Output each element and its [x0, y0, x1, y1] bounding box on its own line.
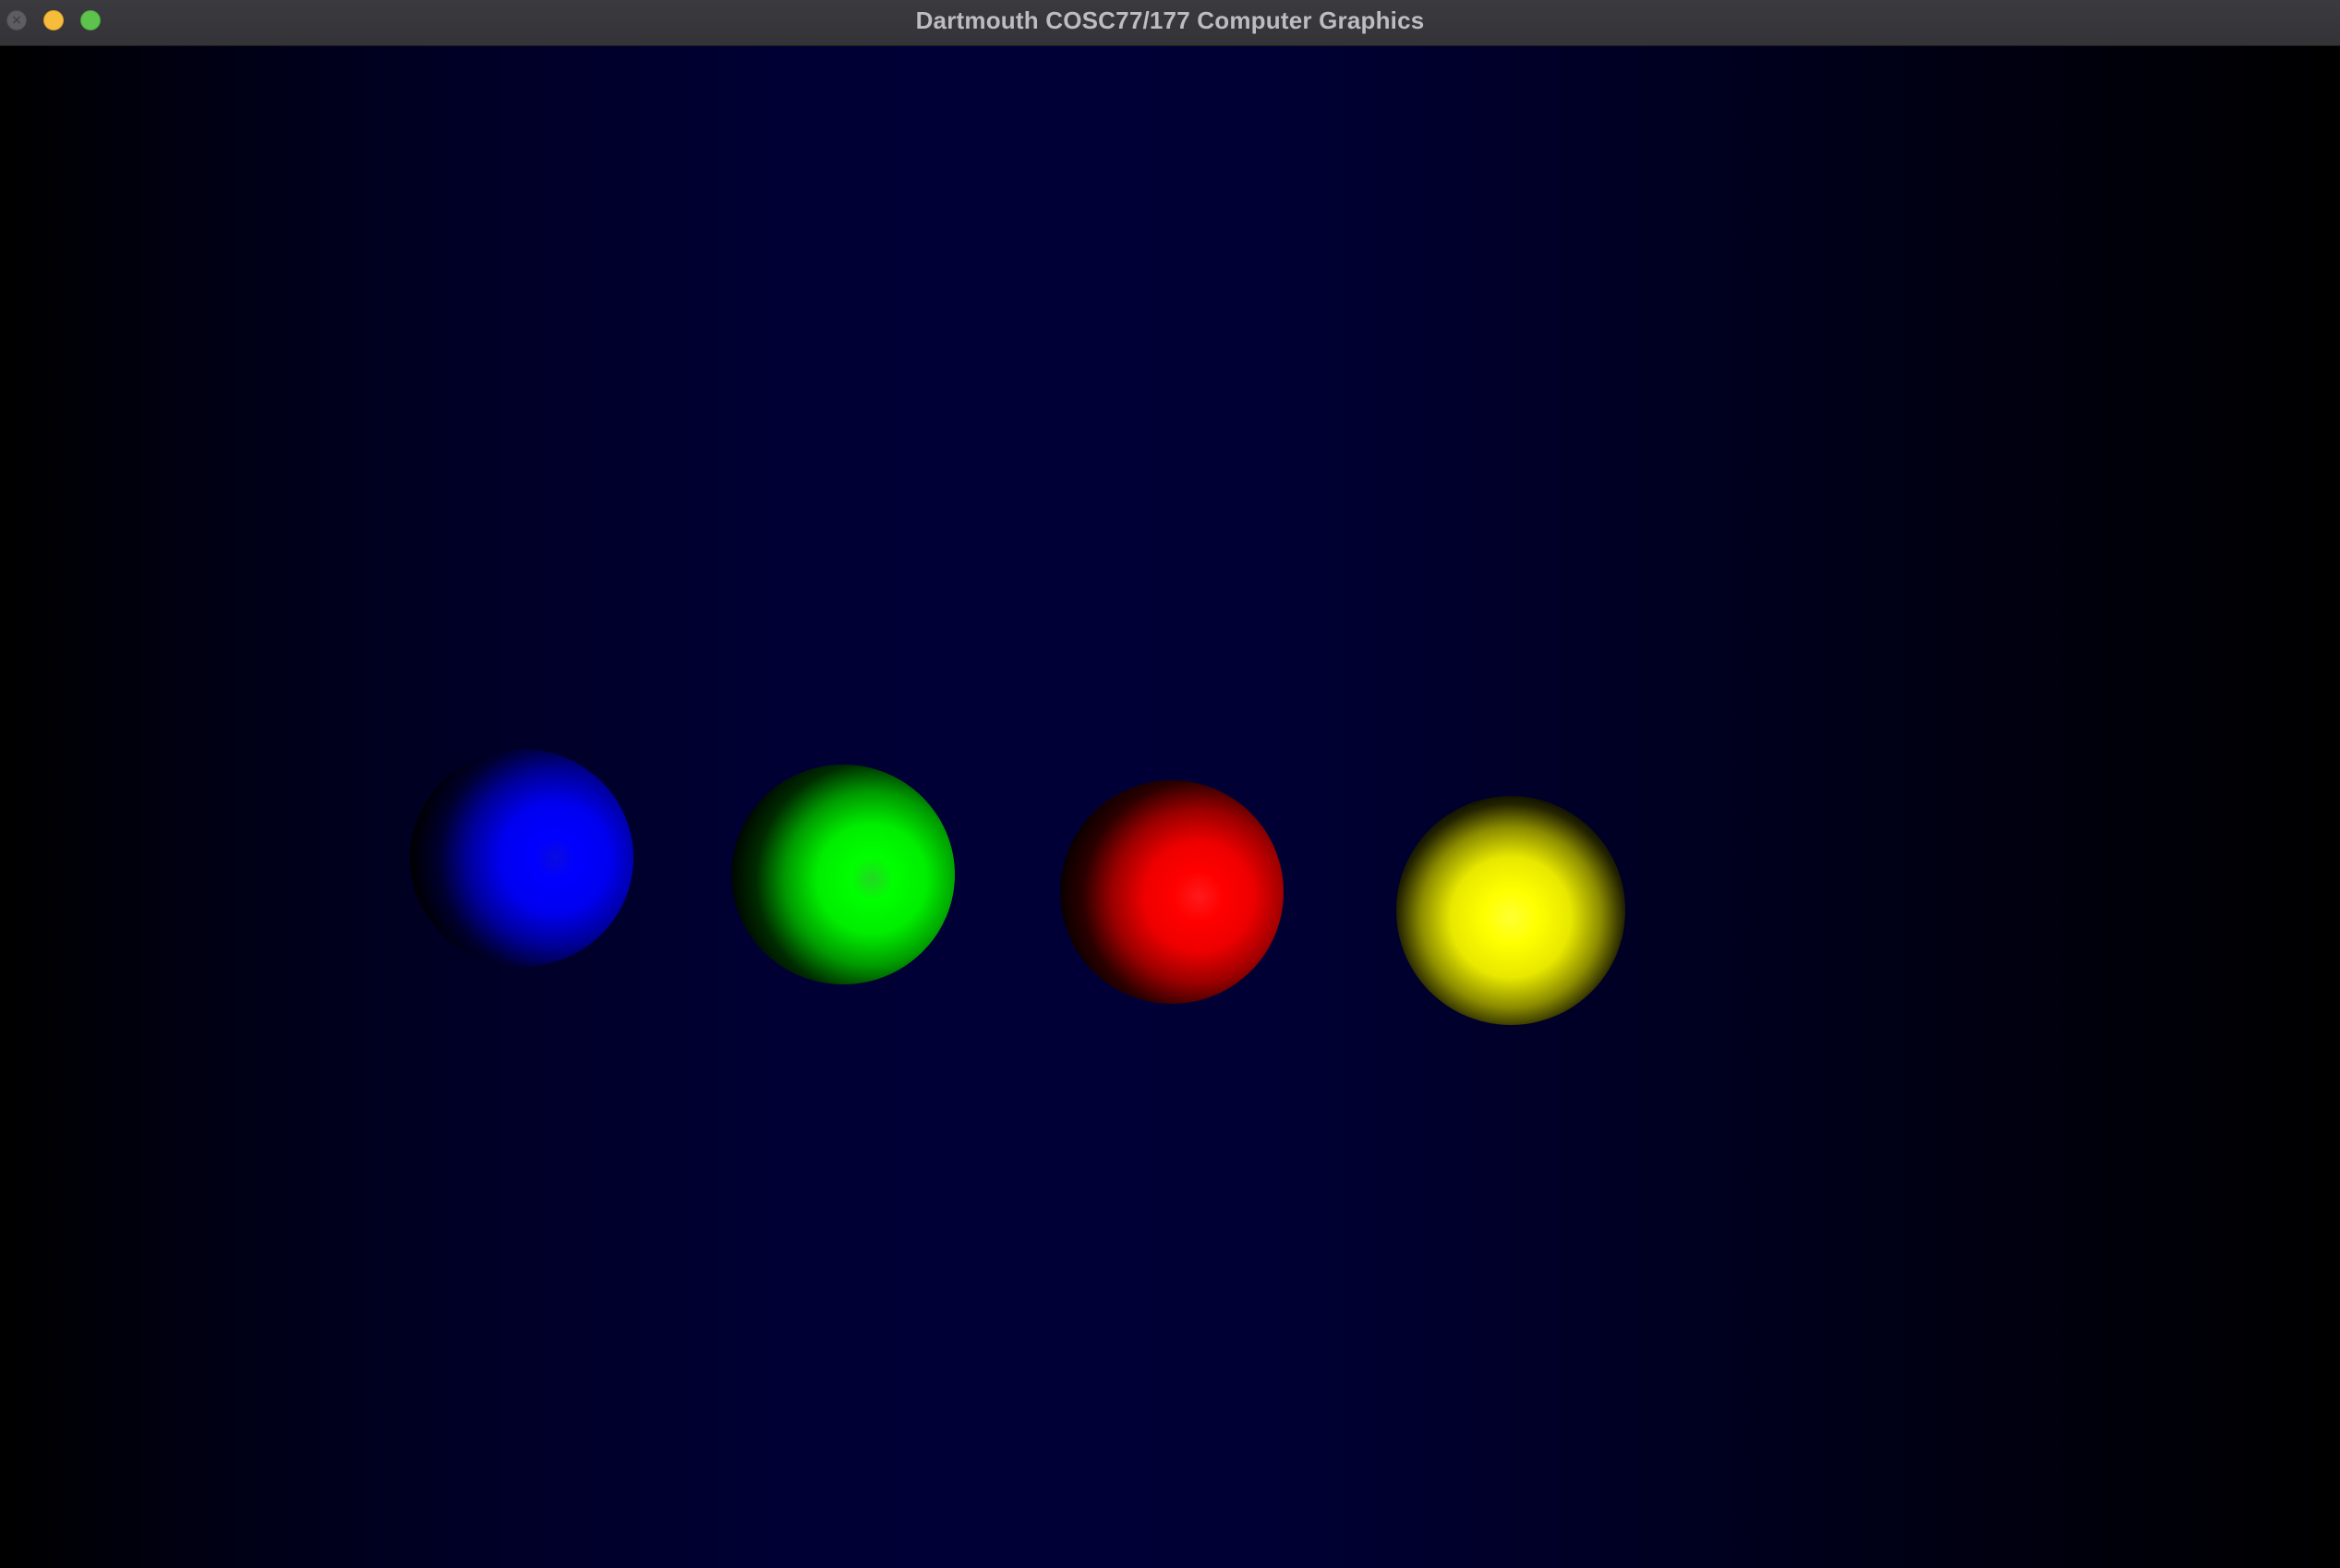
render-viewport[interactable] [0, 46, 2340, 1568]
title-bar[interactable]: × Dartmouth COSC77/177 Computer Graphics [0, 0, 2340, 46]
app-window: × Dartmouth COSC77/177 Computer Graphics [0, 0, 2340, 1568]
green-sphere [731, 765, 955, 984]
red-sphere [1060, 780, 1284, 1004]
blue-sphere [410, 749, 633, 967]
window-title: Dartmouth COSC77/177 Computer Graphics [915, 6, 1425, 34]
yellow-sphere [1396, 796, 1625, 1025]
